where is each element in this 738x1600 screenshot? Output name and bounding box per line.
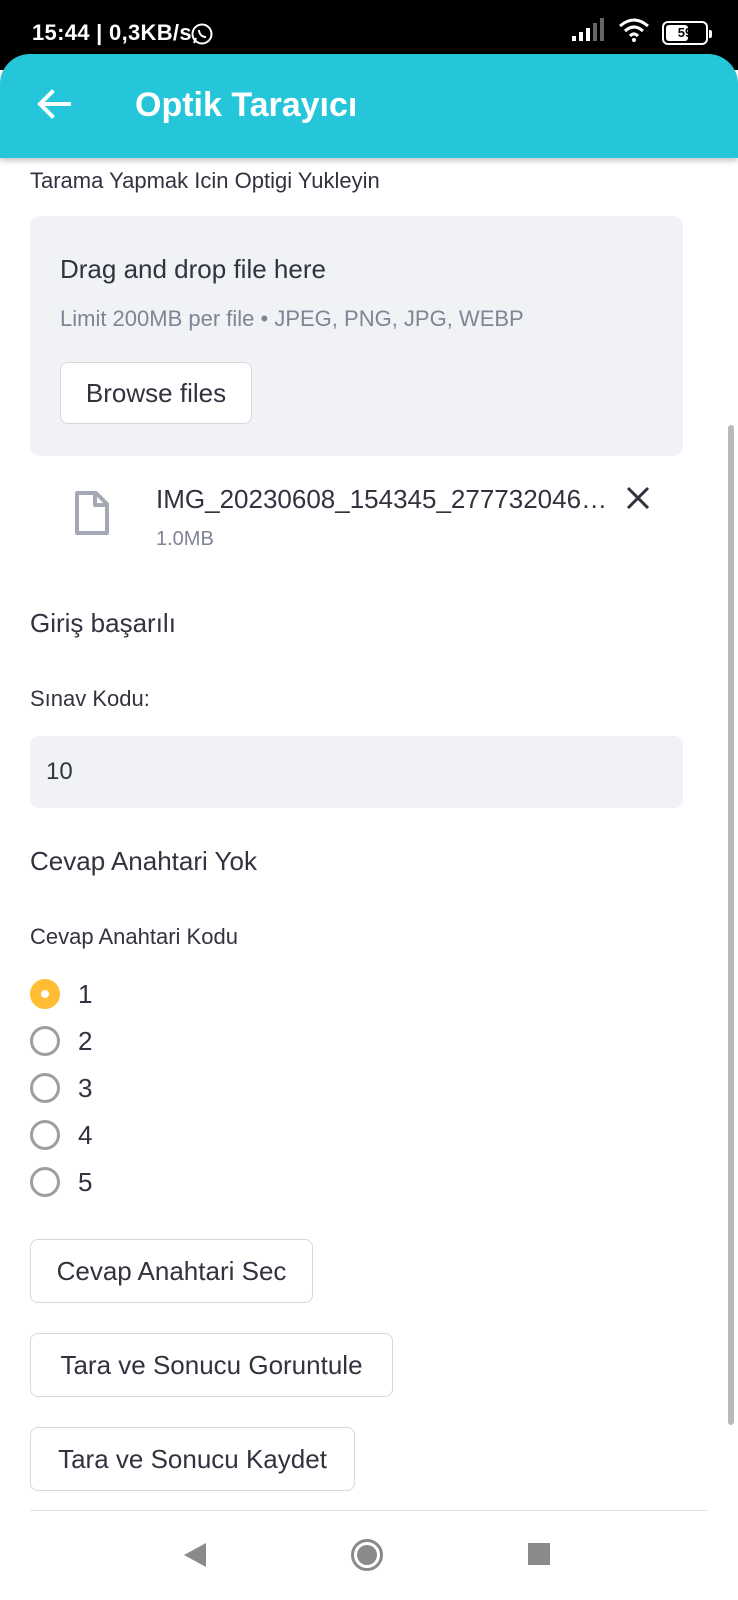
radio-option-1[interactable]: 1 [30,974,150,1014]
scan-and-view-button[interactable]: Tara ve Sonucu Goruntule [30,1333,393,1397]
scan-and-save-button[interactable]: Tara ve Sonucu Kaydet [30,1427,355,1491]
battery-level: 59 [677,25,693,40]
radio-circle-icon [30,979,60,1009]
file-size: 1.0MB [156,528,214,550]
upload-label: Tarama Yapmak Icin Optigi Yukleyin [30,168,380,193]
dropzone-limit: Limit 200MB per file • JPEG, PNG, JPG, W… [60,306,524,331]
exam-code-label: Sınav Kodu: [30,686,150,711]
browse-files-button[interactable]: Browse files [60,362,252,424]
no-answer-key-text: Cevap Anahtari Yok [30,846,257,876]
radio-label: 2 [78,1025,93,1056]
radio-option-2[interactable]: 2 [30,1021,150,1061]
exam-code-input[interactable]: 10 [30,736,683,808]
uploaded-file: IMG_20230608_154345_277732046… 1.0MB [30,476,683,566]
radio-label: 4 [78,1119,93,1150]
radio-label: 1 [78,978,93,1009]
status-time-speed: 15:44 | 0,3KB/s [32,20,192,45]
back-button[interactable] [32,84,76,128]
radio-option-4[interactable]: 4 [30,1115,150,1155]
login-success-text: Giriş başarılı [30,608,176,638]
file-dropzone[interactable]: Drag and drop file here Limit 200MB per … [30,216,683,456]
nav-home-icon[interactable] [350,1538,384,1577]
radio-option-5[interactable]: 5 [30,1162,150,1202]
navigation-bar [0,1510,738,1600]
main-content[interactable]: Tarama Yapmak Icin Optigi Yukleyin Drag … [30,158,698,1510]
nav-divider [30,1510,708,1511]
app-bar: Optik Tarayıcı [0,54,738,158]
nav-recents-icon[interactable] [527,1542,551,1571]
radio-circle-icon [30,1026,60,1056]
radio-option-3[interactable]: 3 [30,1068,150,1108]
file-name: IMG_20230608_154345_277732046… [156,484,608,514]
battery-icon: 59 [662,20,712,45]
select-answer-key-button[interactable]: Cevap Anahtari Sec [30,1239,313,1303]
app-title: Optik Tarayıcı [135,86,358,124]
radio-circle-icon [30,1073,60,1103]
radio-circle-icon [30,1120,60,1150]
radio-label: 3 [78,1072,93,1103]
answer-key-label: Cevap Anahtari Kodu [30,924,238,949]
radio-label: 5 [78,1166,93,1197]
signal-icon [572,18,606,47]
radio-circle-icon [30,1167,60,1197]
close-icon [626,486,650,515]
file-icon [74,490,110,541]
wifi-icon [618,18,650,47]
remove-file-button[interactable] [622,484,654,516]
arrow-left-icon [37,88,71,124]
nav-back-icon[interactable] [182,1542,208,1573]
whatsapp-icon [190,22,214,51]
scrollbar[interactable] [728,425,734,1425]
dropzone-title: Drag and drop file here [60,254,326,284]
